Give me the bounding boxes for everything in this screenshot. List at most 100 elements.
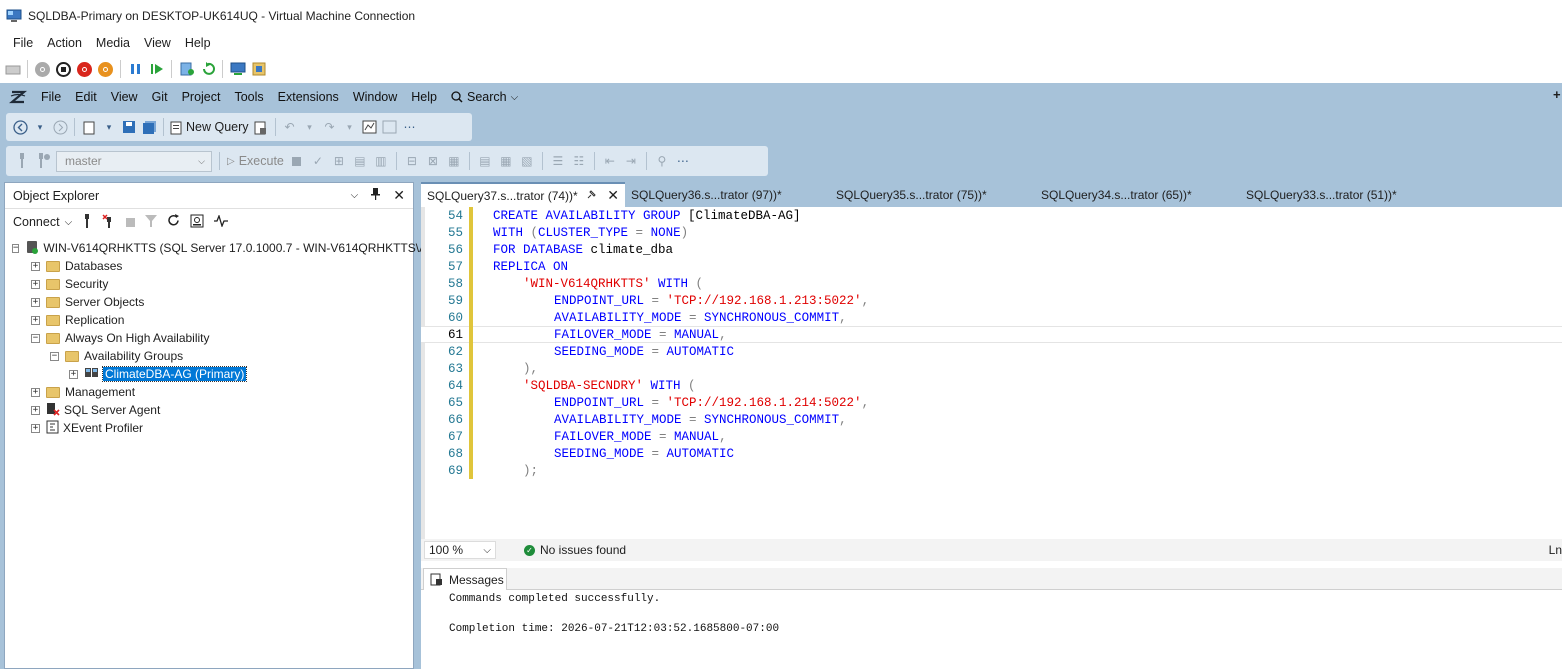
query-file-icon[interactable]	[253, 119, 269, 135]
collapse-icon[interactable]: −	[31, 333, 40, 343]
tree-node-server[interactable]: − WIN-V614QRHKTTS (SQL Server 17.0.1000.…	[5, 239, 434, 257]
filter-icon[interactable]	[145, 214, 158, 230]
expand-icon[interactable]: +	[31, 423, 40, 433]
tree-node-ag-item[interactable]: + ClimateDBA-AG (Primary)	[5, 365, 413, 383]
save-state-icon[interactable]	[97, 61, 114, 78]
enhanced-session-icon[interactable]	[229, 61, 246, 78]
code-editor[interactable]: 54 CREATE AVAILABILITY GROUP [ClimateDBA-…	[421, 207, 1562, 539]
close-icon[interactable]: ✕	[393, 187, 405, 204]
forward-icon[interactable]	[52, 119, 68, 135]
tree-node-security[interactable]: + Security	[5, 275, 413, 293]
decrease-indent-icon[interactable]: ⇤	[602, 153, 618, 169]
summary-icon[interactable]	[190, 214, 204, 231]
execute-button[interactable]: ▷ Execute	[227, 154, 284, 168]
redo-icon[interactable]: ↷	[322, 119, 338, 135]
increase-indent-icon[interactable]: ⇥	[623, 153, 639, 169]
tree-node-databases[interactable]: + Databases	[5, 257, 413, 275]
tab-sqlquery34[interactable]: SQLQuery34.s...trator (65))*	[1035, 182, 1240, 207]
tree-node-replication[interactable]: + Replication	[5, 311, 413, 329]
more-icon[interactable]: ⋯	[402, 119, 418, 135]
tab-sqlquery33[interactable]: SQLQuery33.s...trator (51))*	[1240, 182, 1445, 207]
change-connection-icon[interactable]	[35, 153, 51, 169]
menu-search[interactable]: Search ⌵	[444, 90, 525, 104]
cancel-query-icon[interactable]	[289, 153, 305, 169]
new-query-button[interactable]: New Query	[170, 120, 249, 135]
chevron-down-icon[interactable]: ▾	[101, 119, 117, 135]
menu-git[interactable]: Git	[145, 90, 175, 104]
tab-sqlquery35[interactable]: SQLQuery35.s...trator (75))*	[830, 182, 1035, 207]
menu-tools[interactable]: Tools	[227, 90, 270, 104]
results-icon[interactable]	[382, 119, 398, 135]
tree-node-sql-agent[interactable]: + SQL Server Agent	[5, 401, 413, 419]
disconnect-icon[interactable]	[102, 213, 116, 231]
vm-menu-media[interactable]: Media	[89, 36, 137, 50]
expand-icon[interactable]: +	[31, 279, 40, 289]
tab-sqlquery37[interactable]: SQLQuery37.s...trator (74))* ✕	[421, 182, 625, 207]
live-stats-icon[interactable]: ⊠	[425, 153, 441, 169]
tree-node-xevent[interactable]: + XEvent Profiler	[5, 419, 413, 437]
tab-sqlquery36[interactable]: SQLQuery36.s...trator (97))*	[625, 182, 830, 207]
menu-window[interactable]: Window	[346, 90, 404, 104]
connect-plug-icon[interactable]	[82, 213, 92, 231]
vm-menu-view[interactable]: View	[137, 36, 178, 50]
add-icon[interactable]: +	[1553, 87, 1561, 102]
back-icon[interactable]	[12, 119, 28, 135]
close-icon[interactable]: ✕	[607, 187, 619, 204]
messages-pane[interactable]: Commands completed successfully. Complet…	[421, 590, 1562, 669]
revert-icon[interactable]	[199, 61, 216, 78]
query-options-icon[interactable]: ▤	[352, 153, 368, 169]
tree-node-management[interactable]: + Management	[5, 383, 413, 401]
expand-icon[interactable]: +	[31, 261, 40, 271]
menu-view[interactable]: View	[104, 90, 145, 104]
expand-icon[interactable]: +	[69, 369, 78, 379]
chevron-down-icon[interactable]: ▾	[32, 119, 48, 135]
zoom-select[interactable]: 100 % ⌵	[424, 541, 496, 559]
tree-node-server-objects[interactable]: + Server Objects	[5, 293, 413, 311]
stop-icon[interactable]	[126, 217, 136, 227]
chevron-down-icon[interactable]: ▾	[342, 119, 358, 135]
menu-file[interactable]: File	[34, 90, 68, 104]
estimated-plan-icon[interactable]: ⊞	[331, 153, 347, 169]
save-all-icon[interactable]	[141, 119, 157, 135]
refresh-icon[interactable]	[167, 214, 180, 230]
parse-icon[interactable]: ✓	[310, 153, 326, 169]
results-to-text-icon[interactable]: ▤	[477, 153, 493, 169]
activity-monitor-icon[interactable]	[362, 119, 378, 135]
intellisense-icon[interactable]: ▥	[373, 153, 389, 169]
client-stats-icon[interactable]: ▦	[446, 153, 462, 169]
ctrl-alt-del-icon[interactable]	[4, 61, 21, 78]
new-item-icon[interactable]	[81, 119, 97, 135]
menu-edit[interactable]: Edit	[68, 90, 104, 104]
tree-node-always-on[interactable]: − Always On High Availability	[5, 329, 413, 347]
activity-icon[interactable]	[214, 213, 229, 230]
actual-plan-icon[interactable]: ⊟	[404, 153, 420, 169]
database-select[interactable]: master ⌵	[56, 150, 212, 172]
connect-icon[interactable]	[14, 153, 30, 169]
vm-menu-help[interactable]: Help	[178, 36, 218, 50]
chevron-down-icon[interactable]: ⌵	[351, 190, 359, 201]
menu-extensions[interactable]: Extensions	[271, 90, 346, 104]
expand-icon[interactable]: +	[31, 315, 40, 325]
specify-values-icon[interactable]: ⚲	[654, 153, 670, 169]
start-icon[interactable]	[34, 61, 51, 78]
results-to-file-icon[interactable]: ▧	[519, 153, 535, 169]
turn-off-icon[interactable]	[55, 61, 72, 78]
expand-icon[interactable]: +	[31, 405, 40, 415]
pin-icon[interactable]	[586, 189, 597, 203]
vm-menu-action[interactable]: Action	[40, 36, 89, 50]
share-icon[interactable]	[250, 61, 267, 78]
undo-icon[interactable]: ↶	[282, 119, 298, 135]
collapse-icon[interactable]: −	[12, 243, 20, 253]
tree-node-availability-groups[interactable]: − Availability Groups	[5, 347, 413, 365]
more-icon[interactable]: ⋯	[675, 153, 691, 169]
expand-icon[interactable]: +	[31, 297, 40, 307]
checkpoint-icon[interactable]	[178, 61, 195, 78]
uncomment-icon[interactable]: ☷	[571, 153, 587, 169]
save-icon[interactable]	[121, 119, 137, 135]
pause-icon[interactable]	[127, 61, 144, 78]
resume-icon[interactable]	[148, 61, 165, 78]
expand-icon[interactable]: +	[31, 387, 40, 397]
vm-menu-file[interactable]: File	[6, 36, 40, 50]
results-to-grid-icon[interactable]: ▦	[498, 153, 514, 169]
shutdown-icon[interactable]	[76, 61, 93, 78]
